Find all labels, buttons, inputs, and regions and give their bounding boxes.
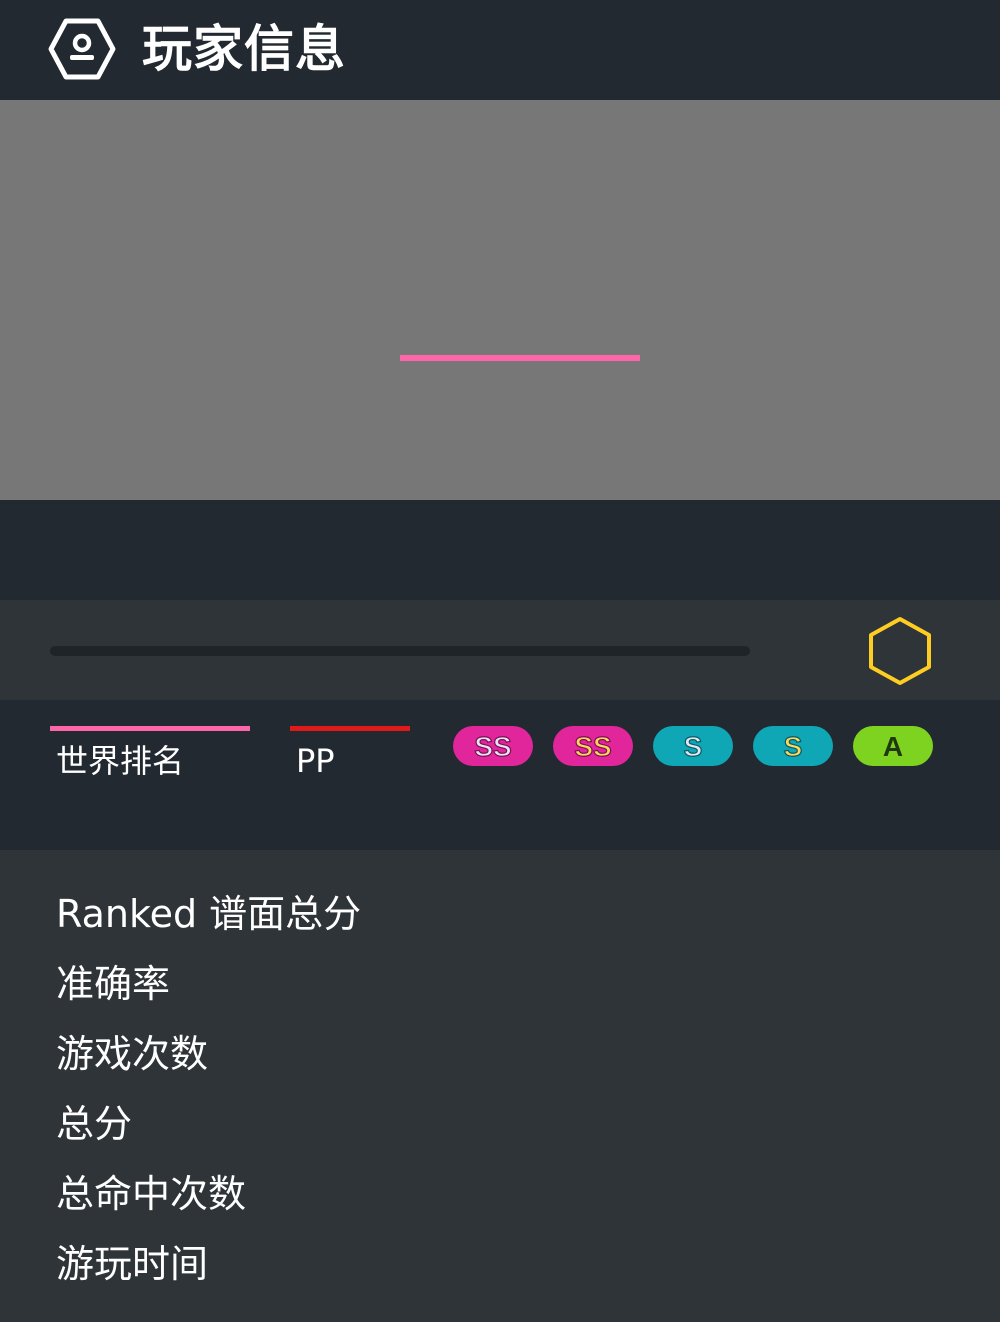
play-count-label: 游戏次数 xyxy=(56,1032,209,1076)
stats-row: 世界排名 PP xyxy=(0,700,1000,850)
global-rank-stat: 世界排名 xyxy=(50,726,250,781)
global-rank-underline xyxy=(50,726,250,731)
pp-underline xyxy=(290,726,410,731)
grade-s-icon: S xyxy=(753,726,833,766)
svg-text:SS: SS xyxy=(474,731,511,762)
pp-stat: PP xyxy=(290,726,410,781)
svg-text:A: A xyxy=(883,731,903,762)
total-score-label: 总分 xyxy=(56,1102,133,1146)
grade-ss-icon: SS xyxy=(553,726,633,766)
level-hexagon-icon xyxy=(869,617,931,685)
svg-text:S: S xyxy=(684,731,703,762)
svg-text:S: S xyxy=(784,731,803,762)
page-title: 玩家信息 xyxy=(142,20,346,78)
total-hits-label: 总命中次数 xyxy=(56,1172,247,1216)
global-rank-label: 世界排名 xyxy=(56,742,185,780)
grade-a-icon: A xyxy=(853,726,933,766)
grade-ss-silver-icon: SS xyxy=(453,726,533,766)
ranked-score-label: Ranked 谱面总分 xyxy=(56,892,362,936)
accuracy-label: 准确率 xyxy=(56,962,171,1006)
level-progress-bar xyxy=(50,646,750,656)
stats-details: Ranked 谱面总分 准确率 游戏次数 总分 总命中次数 游玩时间 xyxy=(0,850,1000,1322)
profile-header-strip xyxy=(0,500,1000,600)
top-bar: 玩家信息 xyxy=(0,0,1000,100)
play-time-label: 游玩时间 xyxy=(56,1242,209,1286)
loading-indicator xyxy=(400,355,640,361)
user-hexagon-icon xyxy=(48,18,116,80)
level-row xyxy=(0,600,1000,700)
profile-cover xyxy=(0,100,1000,500)
grade-s-silver-icon: S xyxy=(653,726,733,766)
pp-label: PP xyxy=(296,742,335,780)
svg-text:SS: SS xyxy=(574,731,611,762)
